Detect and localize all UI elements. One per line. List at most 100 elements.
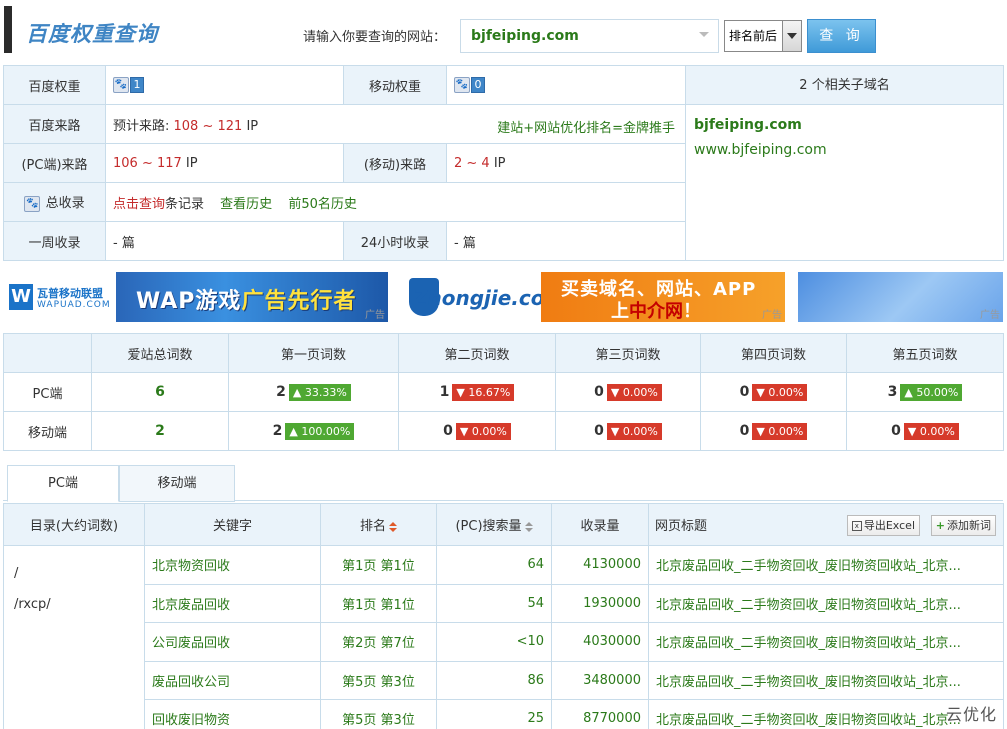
page-words[interactable]: 1 bbox=[440, 384, 450, 400]
col-records: 收录量 bbox=[551, 503, 649, 546]
wapuad-slogan: WAP游戏广告先行者 bbox=[136, 283, 356, 315]
query-button[interactable]: 查 询 bbox=[807, 19, 876, 53]
total-index-label: 🐾 总收录 bbox=[3, 182, 106, 222]
keyword-cell[interactable]: 北京废品回收 bbox=[144, 583, 321, 623]
page-words[interactable]: 0 bbox=[443, 423, 453, 439]
table-row: 公司废品回收 第2页 第7位 <10 4030000 北京废品回收_二手物资回收… bbox=[4, 622, 1004, 662]
export-excel-button[interactable]: x 导出Excel bbox=[846, 515, 920, 536]
stats-header-row: 爱站总词数 第一页词数 第二页词数 第三页词数 第四页词数 第五页词数 bbox=[3, 333, 1004, 373]
ad-tag: 广告 bbox=[762, 310, 782, 321]
rank-select-value: 排名前后 bbox=[729, 29, 778, 43]
rank-cell[interactable]: 第1页 第1位 bbox=[320, 583, 437, 623]
index-query-link[interactable]: 点击查询 bbox=[113, 197, 165, 212]
wapuad-slogan-a: WAP游戏 bbox=[136, 289, 242, 314]
chevron-down-icon[interactable] bbox=[782, 21, 801, 51]
title-cell[interactable]: 北京废品回收_二手物资回收_废旧物资回收站_北京... bbox=[648, 545, 1004, 585]
rank-cell[interactable]: 第2页 第7位 bbox=[320, 622, 437, 662]
page-words[interactable]: 0 bbox=[891, 423, 901, 439]
page-words[interactable]: 2 bbox=[273, 423, 283, 439]
total-index-value: 点击查询条记录 查看历史 前50名历史 bbox=[105, 182, 686, 222]
tab-pc[interactable]: PC端 bbox=[7, 465, 119, 502]
watermark: 云优化 bbox=[945, 705, 997, 724]
table-row: 北京废品回收 第1页 第1位 54 1930000 北京废品回收_二手物资回收_… bbox=[4, 583, 1004, 623]
wapuad-slogan-b: 广告先行者 bbox=[241, 289, 357, 314]
page-title: 百度权重查询 bbox=[26, 22, 158, 46]
rank-cell[interactable]: 第5页 第3位 bbox=[320, 660, 437, 700]
page-words[interactable]: 2 bbox=[276, 384, 286, 400]
keyword-cell[interactable]: 北京物资回收 bbox=[144, 545, 321, 585]
mobile-source-unit: IP bbox=[489, 155, 506, 171]
wapuad-domain: WAPUAD.COM bbox=[37, 300, 111, 310]
col-title-label: 网页标题 bbox=[655, 519, 708, 534]
mobile-source-range: 2 ~ 4 bbox=[454, 155, 490, 171]
title-cell[interactable]: 北京废品回收_二手物资回收_废旧物资回收站_北京... bbox=[648, 622, 1004, 662]
trend-down-badge: ▼ 0.00% bbox=[752, 383, 808, 401]
weight-info-table: 百度权重 🐾 1 移动权重 🐾 0 2 个相关子域名 bjfeiping.com w… bbox=[3, 65, 1004, 261]
volume-cell: 86 bbox=[436, 660, 552, 700]
title-cell[interactable]: 北京废品回收_二手物资回收_废旧物资回收站_北京... bbox=[648, 583, 1004, 623]
zhongjie-art: 买卖域名、网站、APP 上中介网！ 广告 bbox=[541, 272, 785, 322]
wapuad-logo: W 瓦普移动联盟 WAPUAD.COM bbox=[3, 272, 115, 322]
history-link[interactable]: 查看历史 bbox=[220, 197, 272, 212]
col-dir: 目录(大约词数) bbox=[3, 503, 145, 546]
sort-icon[interactable] bbox=[389, 521, 397, 532]
stats-header: 爱站总词数 bbox=[91, 333, 229, 373]
tab-mobile[interactable]: 移动端 bbox=[119, 465, 235, 502]
week-index-label: 一周收录 bbox=[3, 221, 106, 261]
keyword-cell[interactable]: 废品回收公司 bbox=[144, 660, 321, 700]
title-cell[interactable]: 北京废品回收_二手物资回收_废旧物资回收站_北京... bbox=[648, 660, 1004, 700]
records-cell[interactable]: 8770000 bbox=[551, 699, 649, 729]
rank-select[interactable]: 排名前后 bbox=[724, 20, 802, 52]
page-words[interactable]: 0 bbox=[740, 423, 750, 439]
records-cell[interactable]: 1930000 bbox=[551, 583, 649, 623]
total-words[interactable]: 2 bbox=[155, 423, 165, 439]
wapuad-banner[interactable]: W 瓦普移动联盟 WAPUAD.COM WAP游戏广告先行者 广告 bbox=[3, 272, 388, 322]
sort-icon[interactable] bbox=[524, 521, 533, 532]
page-words[interactable]: 0 bbox=[594, 384, 604, 400]
zhongjie-logo: Zhongjie.com bbox=[405, 272, 565, 322]
stats-row-label: PC端 bbox=[3, 372, 92, 412]
col-volume-label: (PC)搜索量 bbox=[455, 519, 522, 534]
trend-up-badge: ▲ 100.00% bbox=[285, 422, 355, 440]
stats-row-mobile: 移动端 2 2 ▲ 100.00% 0 ▼ 0.00% 0 ▼ 0.00% 0 ▼ 0.… bbox=[3, 411, 1004, 451]
total-index-text: 总收录 bbox=[45, 196, 85, 212]
records-cell[interactable]: 4130000 bbox=[551, 545, 649, 585]
stats-header: 第三页词数 bbox=[555, 333, 701, 373]
zhongjie-line-2-b: 中介网 bbox=[629, 301, 683, 322]
mobile-weight-badge[interactable]: 0 bbox=[471, 77, 485, 93]
directory-item[interactable]: / bbox=[14, 558, 134, 589]
page-words[interactable]: 3 bbox=[888, 384, 898, 400]
third-banner[interactable]: 广告 bbox=[798, 272, 1003, 322]
page-words[interactable]: 0 bbox=[740, 384, 750, 400]
subdomain-link[interactable]: bjfeiping.com bbox=[687, 105, 1003, 133]
query-label: 请输入你要查询的网站： bbox=[303, 30, 447, 45]
site-input[interactable]: bjfeiping.com bbox=[460, 19, 719, 53]
add-word-button[interactable]: + 添加新词 bbox=[930, 515, 996, 536]
promo-link[interactable]: 建站+网站优化排名=金牌推手 bbox=[497, 117, 675, 136]
rank-cell[interactable]: 第1页 第1位 bbox=[320, 545, 437, 585]
paw-icon: 🐾 bbox=[113, 77, 129, 93]
baidu-weight-label: 百度权重 bbox=[3, 65, 106, 105]
directory-list: / /rxcp/ bbox=[3, 545, 145, 729]
top50-history-link[interactable]: 前50名历史 bbox=[288, 197, 357, 212]
col-volume[interactable]: (PC)搜索量 bbox=[436, 503, 552, 546]
chevron-down-icon[interactable] bbox=[699, 32, 709, 37]
keyword-cell[interactable]: 公司废品回收 bbox=[144, 622, 321, 662]
records-cell[interactable]: 4030000 bbox=[551, 622, 649, 662]
keyword-cell[interactable]: 回收废旧物资 bbox=[144, 699, 321, 729]
records-cell[interactable]: 3480000 bbox=[551, 660, 649, 700]
rank-cell[interactable]: 第5页 第3位 bbox=[320, 699, 437, 729]
trend-down-badge: ▼ 0.00% bbox=[606, 422, 662, 440]
subdomain-link[interactable]: www.bjfeiping.com bbox=[687, 133, 1003, 158]
trend-down-badge: ▼ 0.00% bbox=[752, 422, 808, 440]
page-words[interactable]: 0 bbox=[594, 423, 604, 439]
baidu-source-unit: IP bbox=[242, 118, 259, 134]
col-rank[interactable]: 排名 bbox=[320, 503, 437, 546]
ad-tag: 广告 bbox=[980, 310, 1000, 321]
directory-item[interactable]: /rxcp/ bbox=[14, 589, 134, 620]
stats-row-pc: PC端 6 2 ▲ 33.33% 1 ▼ 16.67% 0 ▼ 0.00% 0 ▼ 0.… bbox=[3, 372, 1004, 412]
keyword-stats-table: 爱站总词数 第一页词数 第二页词数 第三页词数 第四页词数 第五页词数 PC端 … bbox=[3, 333, 1004, 451]
baidu-weight-badge[interactable]: 1 bbox=[130, 77, 144, 93]
zhongjie-banner[interactable]: Zhongjie.com 买卖域名、网站、APP 上中介网！ 广告 bbox=[405, 272, 785, 322]
total-words[interactable]: 6 bbox=[155, 384, 165, 400]
